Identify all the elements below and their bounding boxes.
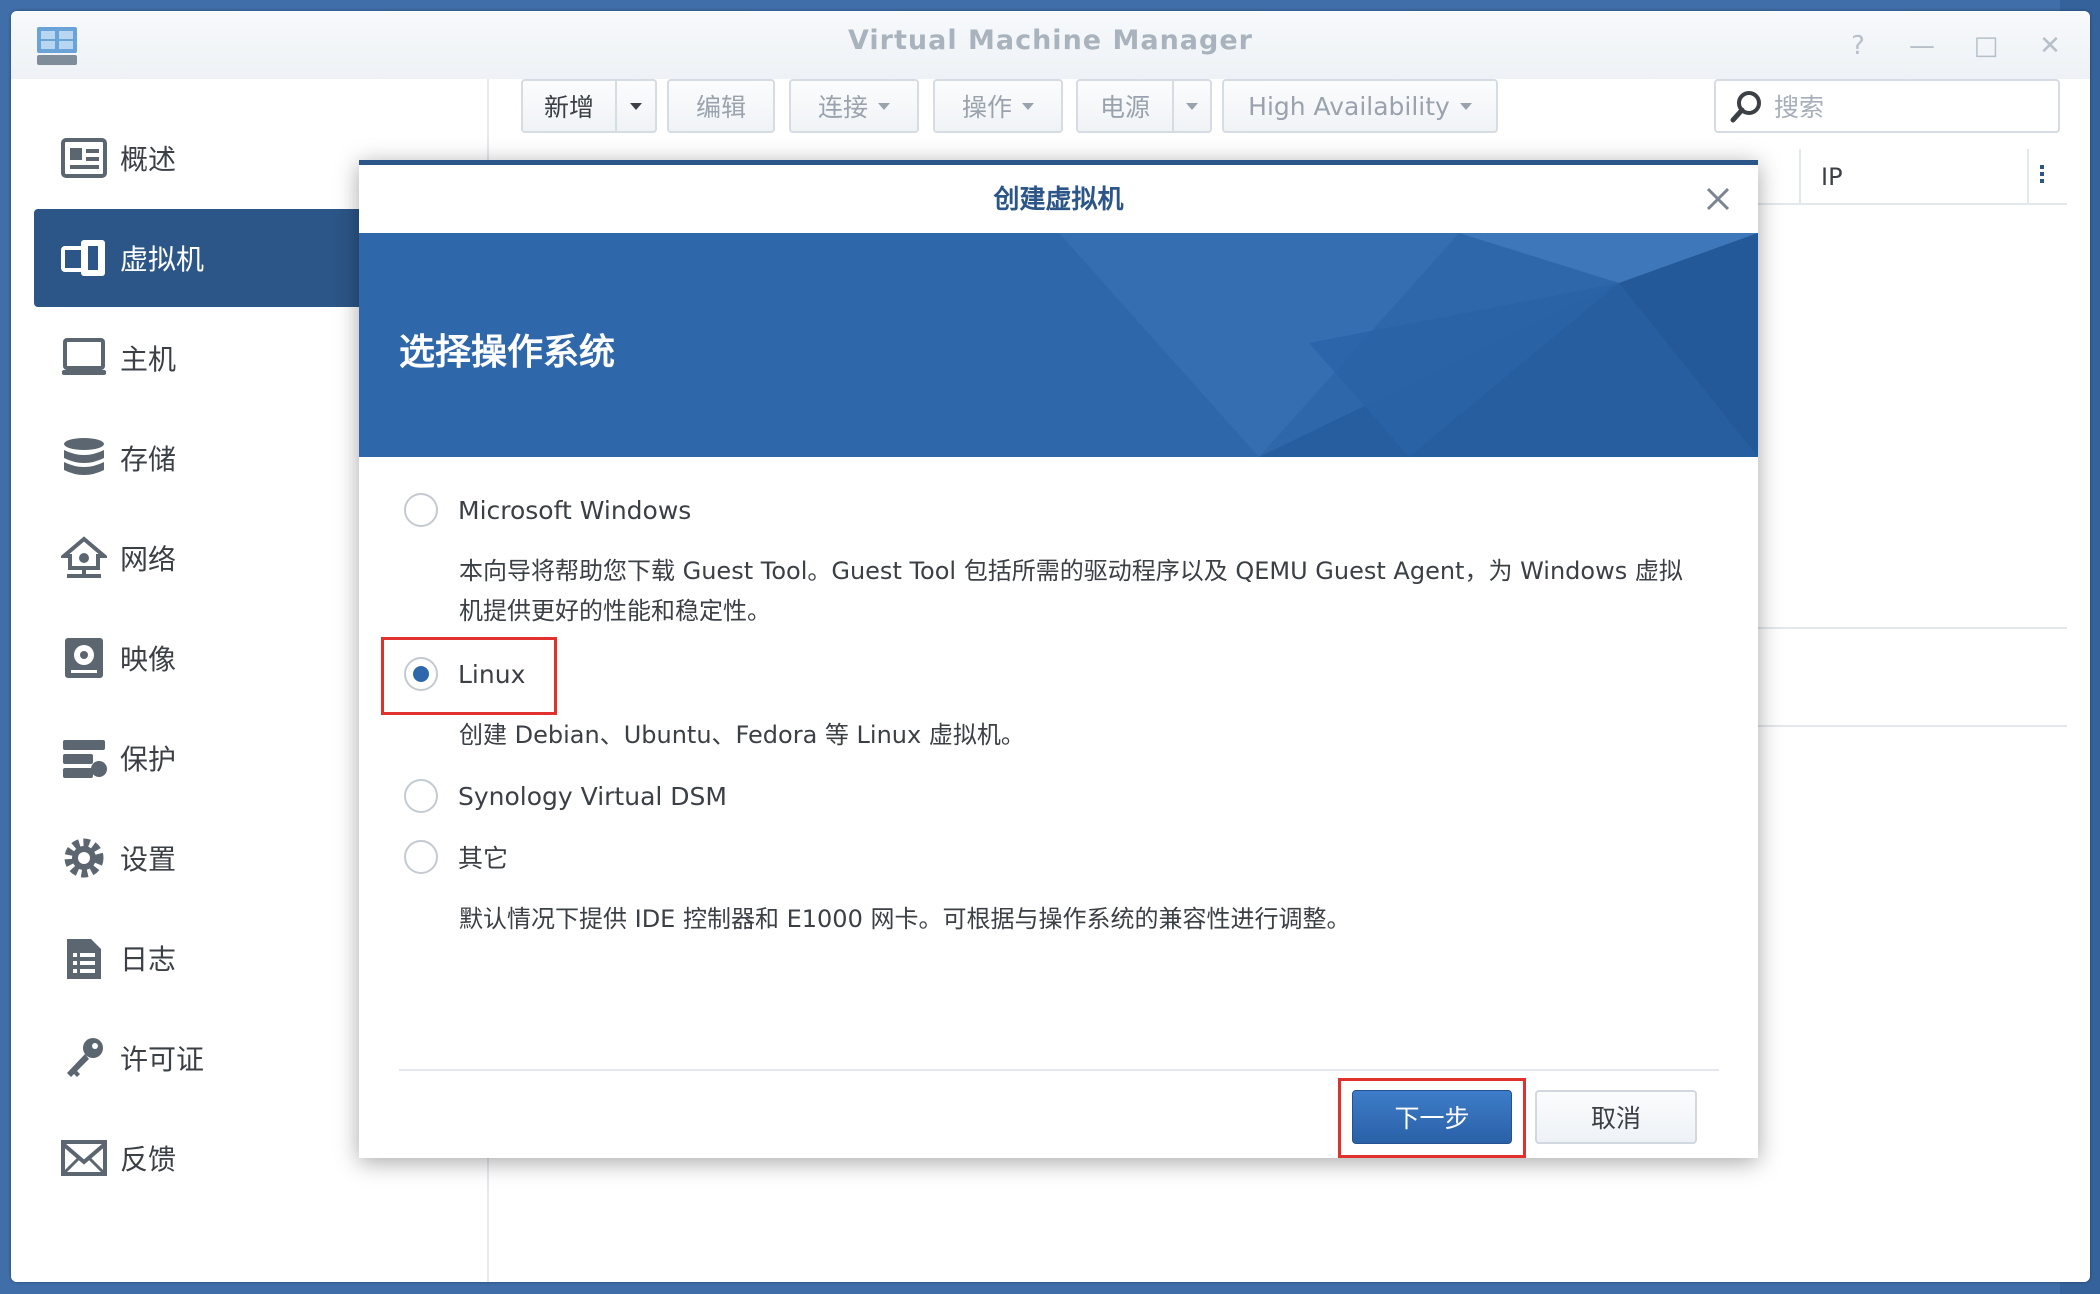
- next-button[interactable]: 下一步: [1352, 1090, 1512, 1144]
- create-vm-dialog: 创建虚拟机 选择操作系统 Microsoft Windows 本向导将帮助您下载…: [359, 160, 1758, 1158]
- edit-button[interactable]: 编辑: [667, 79, 775, 133]
- sidebar-item-label: 映像: [120, 643, 177, 676]
- option-label: 其它: [458, 844, 509, 873]
- chevron-down-icon: [1186, 102, 1198, 110]
- sidebar-item-label: 网络: [120, 543, 177, 576]
- dialog-title: 创建虚拟机: [993, 185, 1124, 215]
- option-label: Synology Virtual DSM: [458, 781, 727, 811]
- sidebar-item-label: 许可证: [120, 1043, 205, 1076]
- feedback-icon: [60, 1134, 108, 1182]
- close-icon[interactable]: ✕: [2035, 31, 2065, 61]
- help-icon[interactable]: ?: [1843, 31, 1873, 61]
- protection-icon: [60, 734, 108, 782]
- cancel-button[interactable]: 取消: [1535, 1090, 1697, 1144]
- storage-icon: [60, 434, 108, 482]
- sidebar-item-label: 保护: [120, 743, 177, 776]
- connect-button-label: 连接: [817, 93, 868, 122]
- search-icon: [1730, 91, 1761, 123]
- option-label: Microsoft Windows: [458, 495, 692, 525]
- log-icon: [60, 934, 108, 982]
- dialog-banner: 选择操作系统: [359, 233, 1758, 457]
- grid-row-divider: [1753, 725, 2067, 727]
- chevron-down-icon: [630, 102, 642, 110]
- network-icon: [60, 534, 108, 582]
- license-icon: [60, 1034, 108, 1082]
- search-placeholder: 搜索: [1774, 93, 1825, 122]
- os-option-other[interactable]: 其它: [404, 839, 508, 875]
- column-menu-icon[interactable]: [2040, 165, 2044, 183]
- close-icon[interactable]: [1698, 179, 1738, 219]
- chevron-down-icon: [878, 102, 890, 110]
- option-description: 创建 Debian、Ubuntu、Fedora 等 Linux 虚拟机。: [459, 721, 1025, 749]
- sidebar-item-label: 存储: [120, 443, 177, 476]
- action-button[interactable]: 操作: [933, 79, 1063, 133]
- overview-icon: [60, 134, 108, 182]
- radio-other[interactable]: [404, 840, 438, 874]
- high-availability-label: High Availability: [1248, 91, 1450, 121]
- dialog-footer-divider: [399, 1069, 1719, 1071]
- banner-title: 选择操作系统: [399, 332, 616, 373]
- maximize-icon[interactable]: □: [1971, 31, 2001, 61]
- radio-linux[interactable]: [404, 657, 438, 691]
- connect-button[interactable]: 连接: [789, 79, 919, 133]
- os-option-synology-vdsm[interactable]: Synology Virtual DSM: [404, 779, 727, 813]
- chevron-down-icon: [1459, 102, 1472, 110]
- grid-column-divider: [1799, 149, 1801, 203]
- sidebar-item-label: 设置: [120, 843, 177, 876]
- os-option-windows[interactable]: Microsoft Windows: [404, 493, 691, 527]
- create-dropdown-button[interactable]: [615, 79, 657, 133]
- app-window: Virtual Machine Manager ? — □ ✕ 概述 虚拟机 主…: [11, 11, 2090, 1282]
- action-button-label: 操作: [961, 93, 1012, 122]
- option-label: Linux: [458, 659, 526, 689]
- option-description: 本向导将帮助您下载 Guest Tool。Guest Tool 包括所需的驱动程…: [459, 557, 1683, 625]
- grid-column-ip[interactable]: IP: [1821, 163, 1843, 191]
- virtual-machine-icon: [60, 234, 108, 282]
- title-bar: Virtual Machine Manager ? — □ ✕: [11, 11, 2090, 79]
- settings-icon: [60, 834, 108, 882]
- radio-synology-vdsm[interactable]: [404, 779, 438, 813]
- window-title: Virtual Machine Manager: [848, 25, 1253, 56]
- power-button[interactable]: 电源: [1076, 79, 1174, 133]
- radio-windows[interactable]: [404, 493, 438, 527]
- grid-row-divider: [1753, 627, 2067, 629]
- sidebar-item-label: 反馈: [120, 1143, 177, 1176]
- grid-column-divider: [2027, 149, 2029, 203]
- create-button[interactable]: 新增: [521, 79, 617, 133]
- power-dropdown-button[interactable]: [1172, 79, 1212, 133]
- high-availability-button[interactable]: High Availability: [1222, 79, 1498, 133]
- host-icon: [60, 334, 108, 382]
- sidebar-item-label: 概述: [120, 143, 177, 176]
- chevron-down-icon: [1022, 102, 1034, 110]
- option-description: 默认情况下提供 IDE 控制器和 E1000 网卡。可根据与操作系统的兼容性进行…: [459, 905, 1351, 933]
- sidebar-item-label: 主机: [120, 343, 177, 376]
- sidebar-item-label: 虚拟机: [120, 243, 205, 276]
- sidebar-item-label: 日志: [120, 943, 177, 976]
- image-icon: [60, 634, 108, 682]
- minimize-icon[interactable]: —: [1907, 31, 1937, 61]
- search-input[interactable]: 搜索: [1714, 79, 2060, 133]
- os-option-linux[interactable]: Linux: [404, 657, 525, 691]
